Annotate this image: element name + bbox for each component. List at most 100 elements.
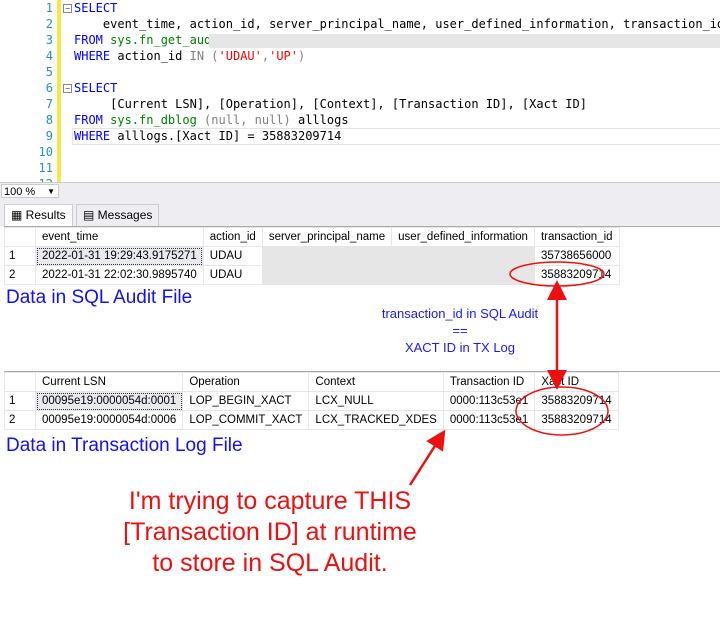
code-line: 5: [0, 64, 720, 80]
table-row: 2 00095e19:0000054d:0006 LOP_COMMIT_XACT LC…: [4, 410, 619, 430]
column-header[interactable]: server_principal_name: [261, 227, 393, 247]
code-line: 1 − SELECT: [0, 0, 720, 16]
table-cell[interactable]: LCX_TRACKED_XDES: [308, 410, 444, 430]
column-header[interactable]: Xact ID: [534, 372, 619, 392]
row-header-corner: [4, 227, 36, 247]
code-token: sys.fn_dblog: [110, 113, 205, 127]
table-cell[interactable]: 0000:113c53e1: [442, 391, 536, 411]
code-token: 'UDAU': [218, 49, 262, 63]
line-number: 1: [45, 1, 53, 15]
code-token: alllogs.[Xact ID] = 35883209714: [117, 129, 342, 143]
line-number: 5: [45, 65, 53, 79]
code-text: SELECT: [74, 0, 117, 16]
tab-results[interactable]: ▦ Results: [4, 204, 73, 226]
column-header[interactable]: Current LSN: [34, 372, 184, 392]
log-data-label: Data in Transaction Log File: [6, 435, 243, 456]
table-cell[interactable]: [391, 265, 535, 285]
code-token: SELECT: [74, 1, 118, 15]
note-line-3: XACT ID in TX Log: [404, 340, 516, 355]
table-cell[interactable]: 00095e19:0000054d:0006: [34, 410, 184, 430]
table-cell[interactable]: 35883209714: [534, 391, 619, 411]
tab-messages-label: Messages: [97, 208, 153, 222]
redacted-path: [209, 34, 720, 48]
table-cell[interactable]: UDAU: [202, 246, 263, 266]
code-line: 9 WHERE alllogs.[Xact ID] = 35883209714: [0, 128, 720, 144]
line-number: 2: [45, 17, 53, 31]
row-number[interactable]: 1: [4, 391, 36, 411]
line-number: 4: [45, 49, 53, 63]
line-number: 11: [38, 161, 53, 175]
code-text: [Current LSN], [Operation], [Context], […: [74, 96, 587, 112]
table-cell[interactable]: 35883209714: [534, 410, 619, 430]
chevron-down-icon: ▼: [47, 187, 55, 196]
code-token: event_time, action_id, server_principal_…: [74, 17, 720, 31]
line-number: 7: [45, 97, 53, 111]
zoom-select[interactable]: 100 % ▼: [1, 184, 59, 198]
table-cell[interactable]: 35738656000: [533, 246, 620, 266]
line-number: 10: [38, 145, 53, 159]
table-cell[interactable]: 0000:113c53e1: [442, 410, 536, 430]
table-cell[interactable]: LCX_NULL: [308, 391, 444, 411]
code-token: [Current LSN], [Operation], [Context], […: [74, 97, 587, 111]
code-token: alllogs: [297, 113, 349, 127]
tab-messages[interactable]: ▤ Messages: [76, 204, 160, 226]
collapse-icon[interactable]: −: [63, 84, 72, 93]
code-text: WHERE action_id IN ('UDAU','UP'): [74, 48, 305, 64]
column-header[interactable]: Context: [308, 372, 444, 392]
table-cell[interactable]: [391, 246, 535, 266]
table-cell[interactable]: [261, 246, 393, 266]
code-token: (null, null): [204, 113, 298, 127]
table-cell[interactable]: UDAU: [202, 265, 263, 285]
table-cell[interactable]: 35883209714: [533, 265, 620, 285]
code-text: SELECT: [74, 80, 117, 96]
row-number[interactable]: 2: [4, 410, 36, 430]
table-cell[interactable]: [261, 265, 393, 285]
code-line: 2 event_time, action_id, server_principa…: [0, 16, 720, 32]
table-row: 1 2022-01-31 19:29:43.9175271 UDAU 35738656…: [4, 246, 620, 266]
tab-results-label: Results: [25, 208, 66, 222]
code-line: 11: [0, 160, 720, 176]
line-number: 8: [45, 113, 53, 127]
audit-table: event_time action_id server_principal_name…: [4, 227, 620, 285]
column-header[interactable]: Transaction ID: [442, 372, 536, 392]
grid-icon: ▦: [11, 208, 26, 222]
collapse-icon[interactable]: −: [63, 4, 72, 13]
note-line-1: transaction_id in SQL Audit: [381, 306, 539, 321]
row-number[interactable]: 1: [4, 246, 36, 266]
zoom-value: 100 %: [4, 186, 36, 198]
code-text: FROM sys.fn_dblog (null, null) alllogs: [74, 112, 349, 128]
row-header-corner: [4, 372, 36, 392]
table-cell[interactable]: LOP_COMMIT_XACT: [182, 410, 310, 430]
question-line-1: I'm trying to capture THIS: [128, 487, 412, 515]
table-cell[interactable]: 2022-01-31 19:29:43.9175271: [35, 246, 204, 266]
query-editor[interactable]: 1− SELECT 2 event_time, action_id, server_…: [0, 0, 720, 182]
column-header[interactable]: action_id: [202, 227, 263, 247]
question-line-3: to store in SQL Audit.: [152, 549, 388, 577]
code-text: event_time, action_id, server_principal_…: [74, 16, 720, 32]
code-text: WHERE alllogs.[Xact ID] = 35883209714: [74, 128, 341, 144]
note-line-2: ==: [452, 323, 468, 338]
code-line: 8 FROM sys.fn_dblog (null, null) alllogs: [0, 112, 720, 128]
code-line: 4 WHERE action_id IN ('UDAU','UP'): [0, 48, 720, 64]
audit-data-label: Data in SQL Audit File: [6, 287, 193, 308]
code-token: 'UP': [269, 49, 299, 63]
table-cell[interactable]: 2022-01-31 22:02:30.9895740: [35, 265, 204, 285]
line-number: 3: [45, 33, 53, 47]
messages-icon: ▤: [83, 208, 98, 222]
table-row: 2 2022-01-31 22:02:30.9895740 UDAU 35883209…: [4, 265, 620, 285]
column-header[interactable]: Operation: [182, 372, 310, 392]
code-token: IN (: [189, 49, 219, 63]
code-token: ): [298, 49, 306, 63]
column-header[interactable]: transaction_id: [533, 227, 620, 247]
column-header[interactable]: user_defined_information: [391, 227, 535, 247]
code-token: SELECT: [74, 81, 118, 95]
question-line-2: [Transaction ID] at runtime: [123, 518, 417, 546]
table-cell[interactable]: 00095e19:0000054d:0001: [34, 391, 184, 411]
row-number[interactable]: 2: [4, 265, 36, 285]
column-header[interactable]: event_time: [35, 227, 204, 247]
results-tabs: ▦ Results ▤ Messages: [0, 198, 720, 226]
line-number: 9: [45, 129, 53, 143]
code-token: FROM: [74, 33, 111, 47]
code-line: 10: [0, 144, 720, 160]
table-cell[interactable]: LOP_BEGIN_XACT: [182, 391, 310, 411]
